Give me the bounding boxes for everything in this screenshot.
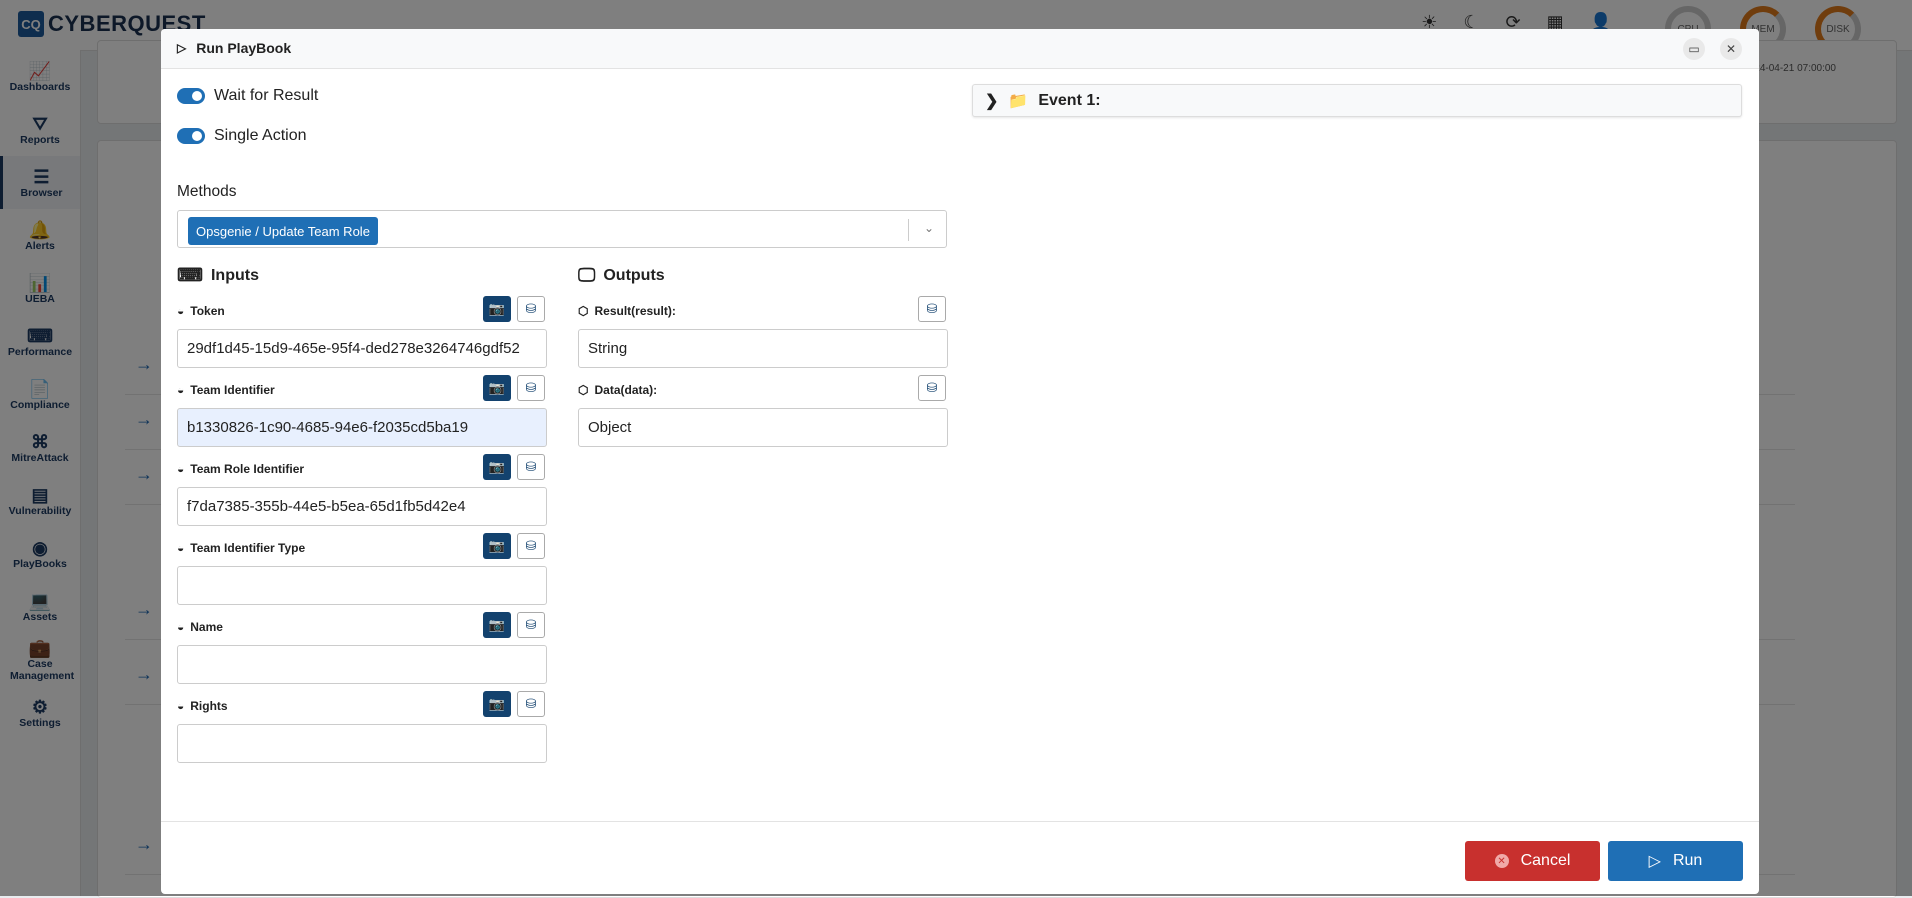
field-label-text: Result(result): bbox=[594, 304, 676, 318]
folder-icon: 📁 bbox=[1008, 92, 1029, 110]
modal-footer: ✕ Cancel ▷ Run bbox=[161, 821, 1759, 894]
field-label-team-identifier-type: ◒ Team Identifier Type bbox=[177, 541, 305, 555]
variables-button[interactable]: ⛁ bbox=[918, 375, 946, 401]
field-label-text: Name bbox=[190, 620, 223, 634]
palette-icon: ◒ bbox=[177, 462, 185, 476]
monitor-icon: 🖵 bbox=[578, 265, 596, 285]
palette-icon: ◒ bbox=[177, 620, 185, 634]
field-label-result: ⬡ Result(result): bbox=[578, 304, 676, 318]
maximize-icon: ▭ bbox=[1688, 42, 1700, 56]
single-action-toggle[interactable] bbox=[177, 128, 205, 144]
methods-label: Methods bbox=[177, 183, 237, 200]
palette-icon: ◒ bbox=[177, 304, 185, 318]
camera-icon: 📷 bbox=[488, 459, 506, 474]
field-label-name: ◒ Name bbox=[177, 620, 223, 634]
maximize-button[interactable]: ▭ bbox=[1683, 38, 1705, 60]
team-role-identifier-input[interactable]: f7da7385-355b-44e5-b5ea-65d1fb5d42e4 bbox=[177, 487, 547, 526]
play-icon: ▷ bbox=[177, 41, 187, 55]
field-label-text: Team Identifier Type bbox=[190, 541, 306, 555]
outputs-title-text: Outputs bbox=[603, 266, 665, 284]
palette-icon: ◒ bbox=[177, 383, 185, 397]
team-identifier-input[interactable]: b1330826-1c90-4685-94e6-f2035cd5ba19 bbox=[177, 408, 547, 447]
token-input[interactable]: 29df1d45-15d9-465e-95f4-ded278e3264746gd… bbox=[177, 329, 547, 368]
variables-icon: ⛁ bbox=[525, 380, 537, 395]
variables-icon: ⛁ bbox=[525, 617, 537, 632]
modal-title: ▷ Run PlayBook bbox=[177, 40, 291, 56]
variables-button[interactable]: ⛁ bbox=[517, 691, 545, 717]
methods-select[interactable]: Opsgenie / Update Team Role ⌄ bbox=[177, 210, 947, 248]
run-button[interactable]: ▷ Run bbox=[1608, 841, 1743, 881]
name-input[interactable] bbox=[177, 645, 547, 684]
palette-icon: ◒ bbox=[177, 541, 185, 555]
camera-button[interactable]: 📷 bbox=[483, 375, 511, 401]
camera-icon: 📷 bbox=[488, 696, 506, 711]
run-playbook-modal: ▷ Run PlayBook ▭ ✕ Wait for Result Singl… bbox=[161, 29, 1759, 894]
field-label-rights: ◒ Rights bbox=[177, 699, 228, 713]
close-circle-icon: ✕ bbox=[1494, 854, 1509, 868]
cancel-label: Cancel bbox=[1520, 852, 1571, 869]
wait-for-result-toggle[interactable] bbox=[177, 88, 205, 104]
team-identifier-type-input[interactable] bbox=[177, 566, 547, 605]
camera-button[interactable]: 📷 bbox=[483, 454, 511, 480]
camera-button[interactable]: 📷 bbox=[483, 691, 511, 717]
result-output[interactable]: String bbox=[578, 329, 948, 368]
event-label: Event 1: bbox=[1038, 91, 1101, 109]
wait-for-result-toggle-row: Wait for Result bbox=[177, 87, 318, 105]
camera-icon: 📷 bbox=[488, 301, 506, 316]
box-icon: ⬡ bbox=[578, 304, 589, 318]
single-action-label: Single Action bbox=[214, 127, 307, 144]
inputs-title: ⌨ Inputs bbox=[177, 265, 259, 286]
variables-icon: ⛁ bbox=[926, 301, 938, 316]
field-label-text: Team Identifier bbox=[190, 383, 275, 397]
run-label: Run bbox=[1672, 852, 1703, 869]
palette-icon: ◒ bbox=[177, 699, 185, 713]
data-output[interactable]: Object bbox=[578, 408, 948, 447]
camera-button[interactable]: 📷 bbox=[483, 612, 511, 638]
camera-icon: 📷 bbox=[488, 380, 506, 395]
field-label-team-identifier: ◒ Team Identifier bbox=[177, 383, 275, 397]
select-separator bbox=[908, 219, 909, 241]
variables-icon: ⛁ bbox=[525, 696, 537, 711]
variables-button[interactable]: ⛁ bbox=[517, 612, 545, 638]
variables-button[interactable]: ⛁ bbox=[517, 454, 545, 480]
variables-icon: ⛁ bbox=[525, 459, 537, 474]
chevron-down-icon[interactable]: ⌄ bbox=[924, 221, 934, 235]
close-icon: ✕ bbox=[1725, 42, 1737, 56]
inputs-title-text: Inputs bbox=[210, 266, 259, 284]
camera-button[interactable]: 📷 bbox=[483, 296, 511, 322]
cancel-button[interactable]: ✕ Cancel bbox=[1465, 841, 1600, 881]
field-label-text: Rights bbox=[190, 699, 228, 713]
play-icon: ▷ bbox=[1648, 853, 1661, 870]
chevron-right-icon[interactable]: ❯ bbox=[985, 91, 998, 111]
wait-for-result-label: Wait for Result bbox=[214, 87, 319, 104]
field-label-text: Data(data): bbox=[594, 383, 658, 397]
variables-button[interactable]: ⛁ bbox=[517, 375, 545, 401]
field-label-text: Team Role Identifier bbox=[190, 462, 305, 476]
single-action-toggle-row: Single Action bbox=[177, 127, 307, 145]
modal-title-text: Run PlayBook bbox=[196, 40, 292, 56]
variables-button[interactable]: ⛁ bbox=[517, 533, 545, 559]
box-icon: ⬡ bbox=[578, 383, 589, 397]
method-chip[interactable]: Opsgenie / Update Team Role bbox=[188, 217, 378, 245]
variables-button[interactable]: ⛁ bbox=[918, 296, 946, 322]
camera-icon: 📷 bbox=[488, 617, 506, 632]
keyboard-icon: ⌨ bbox=[177, 265, 203, 285]
camera-icon: 📷 bbox=[488, 538, 506, 553]
event-panel[interactable]: ❯ 📁 Event 1: bbox=[972, 84, 1742, 117]
outputs-title: 🖵 Outputs bbox=[578, 265, 665, 286]
variables-icon: ⛁ bbox=[926, 380, 938, 395]
rights-input[interactable] bbox=[177, 724, 547, 763]
close-button[interactable]: ✕ bbox=[1720, 38, 1742, 60]
variables-icon: ⛁ bbox=[525, 538, 537, 553]
field-label-token: ◒ Token bbox=[177, 304, 225, 318]
field-label-data: ⬡ Data(data): bbox=[578, 383, 657, 397]
modal-header: ▷ Run PlayBook ▭ ✕ bbox=[161, 29, 1759, 69]
field-label-team-role-identifier: ◒ Team Role Identifier bbox=[177, 462, 304, 476]
variables-button[interactable]: ⛁ bbox=[517, 296, 545, 322]
variables-icon: ⛁ bbox=[525, 301, 537, 316]
field-label-text: Token bbox=[190, 304, 225, 318]
camera-button[interactable]: 📷 bbox=[483, 533, 511, 559]
